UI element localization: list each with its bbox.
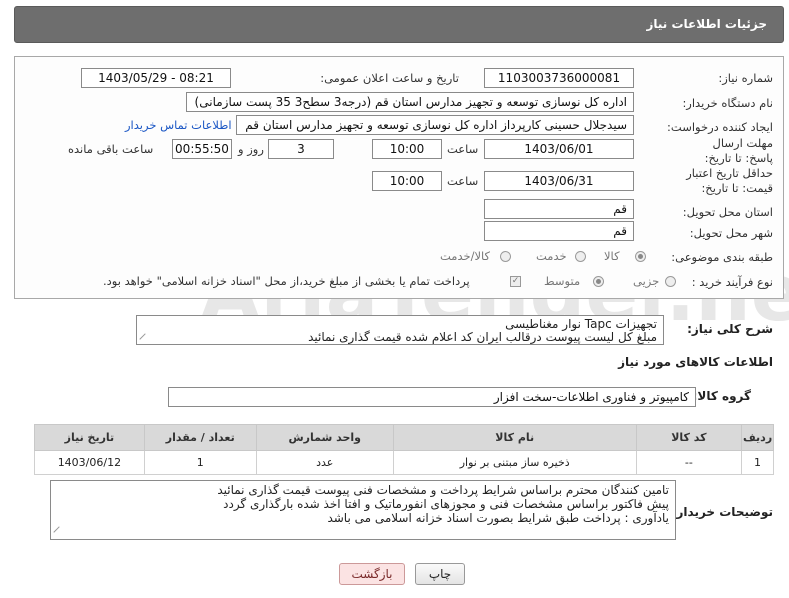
remaining-label: ساعت باقی مانده — [68, 142, 154, 156]
row-unit: عدد — [255, 450, 394, 475]
print-button[interactable]: چاپ — [415, 563, 465, 585]
buyer-notes-line-1: تامین کنندگان محترم براساس شرایط پرداخت … — [217, 483, 669, 497]
reply-time-label: ساعت — [447, 142, 479, 156]
payment-checkbox[interactable]: ✓ — [510, 276, 521, 287]
category-goods-radio[interactable] — [635, 251, 646, 262]
row-code: -- — [635, 450, 743, 475]
days-field: 3 — [268, 139, 334, 159]
reply-time-field: 10:00 — [372, 139, 442, 159]
description-text: تجهیزات Tapc نوار مغناطیسی مبلغ کل لیست … — [136, 315, 664, 345]
province-field: قم — [484, 199, 634, 219]
validity-time-label: ساعت — [447, 174, 479, 188]
goods-info-title: اطلاعات کالاهای مورد نیاز — [618, 355, 773, 369]
goods-group-label: گروه کالا: — [692, 389, 751, 403]
need-number-label: شماره نیاز: — [718, 71, 773, 85]
contact-buyer-link[interactable]: اطلاعات تماس خریدار — [125, 118, 232, 132]
buyer-notes-text: تامین کنندگان محترم براساس شرایط پرداخت … — [50, 480, 676, 540]
city-field: قم — [484, 221, 634, 241]
process-medium-label: متوسط — [544, 274, 581, 288]
validity-label: حداقل تاریخ اعتبار قیمت: تا تاریخ: — [686, 166, 773, 195]
goods-table-header: ردیف کد کالا نام کالا واحد شمارش تعداد /… — [34, 424, 774, 451]
category-service-radio[interactable] — [575, 251, 586, 262]
category-service-label: خدمت — [536, 249, 567, 263]
category-both-label: کالا/خدمت — [440, 249, 491, 263]
remaining-time-field: 00:55:50 — [172, 139, 232, 159]
validity-date-field: 1403/06/31 — [484, 171, 634, 191]
process-minor-label: جزیی — [633, 274, 660, 288]
buyer-notes-label: توضیحات خریدار: — [671, 505, 773, 519]
process-medium-radio[interactable] — [593, 276, 604, 287]
goods-group-field: کامپیوتر و فناوری اطلاعات-سخت افزار — [168, 387, 696, 407]
buyer-label: نام دستگاه خریدار: — [682, 96, 773, 110]
col-qty: تعداد / مقدار — [143, 424, 257, 451]
category-both-radio[interactable] — [500, 251, 511, 262]
col-unit: واحد شمارش — [255, 424, 394, 451]
province-label: استان محل تحویل: — [682, 205, 773, 219]
col-index: ردیف — [741, 424, 774, 451]
col-name: نام کالا — [392, 424, 637, 451]
city-label: شهر محل تحویل: — [689, 226, 773, 240]
announce-label: تاریخ و ساعت اعلان عمومی: — [320, 71, 459, 85]
goods-table: ردیف کد کالا نام کالا واحد شمارش تعداد /… — [34, 424, 774, 475]
row-name: ذخیره ساز مبتنی بر نوار — [392, 450, 637, 475]
reply-date-field: 1403/06/01 — [484, 139, 634, 159]
page-title: جزئیات اطلاعات نیاز — [14, 6, 784, 43]
buyer-notes-line-2: پیش فاکتور براساس مشخصات فنی و مجوزهای ا… — [223, 497, 669, 511]
category-goods-label: کالا — [604, 249, 620, 263]
announce-field: 1403/05/29 - 08:21 — [81, 68, 231, 88]
need-number-field: 1103003736000081 — [484, 68, 634, 88]
col-date: تاریخ نیاز — [34, 424, 145, 451]
row-date: 1403/06/12 — [34, 450, 145, 475]
creator-field: سیدجلال حسینی کارپرداز اداره کل نوسازی ت… — [236, 115, 634, 135]
back-button[interactable]: بازگشت — [339, 563, 405, 585]
description-label: شرح کلی نیاز: — [687, 322, 773, 336]
category-label: طبقه بندی موضوعی: — [671, 250, 773, 264]
days-label: روز و — [238, 142, 264, 156]
table-row: 1 -- ذخیره ساز مبتنی بر نوار عدد 1 1403/… — [34, 450, 774, 475]
description-line-2: مبلغ کل لیست پیوست درقالب ایران کد اعلام… — [308, 330, 657, 344]
payment-note: پرداخت تمام یا بخشی از مبلغ خرید،از محل … — [103, 274, 470, 288]
process-label: نوع فرآیند خرید : — [691, 275, 773, 289]
buyer-field: اداره کل نوسازی توسعه و تجهیز مدارس استا… — [186, 92, 634, 112]
process-minor-radio[interactable] — [665, 276, 676, 287]
row-index: 1 — [741, 450, 774, 475]
col-code: کد کالا — [635, 424, 743, 451]
creator-label: ایجاد کننده درخواست: — [667, 120, 773, 134]
row-qty: 1 — [143, 450, 257, 475]
buyer-notes-line-3: یادآوری : پرداخت طبق شرایط بصورت اسناد خ… — [327, 511, 669, 525]
validity-time-field: 10:00 — [372, 171, 442, 191]
reply-deadline-label: مهلت ارسال پاسخ: تا تاریخ: — [704, 136, 773, 165]
